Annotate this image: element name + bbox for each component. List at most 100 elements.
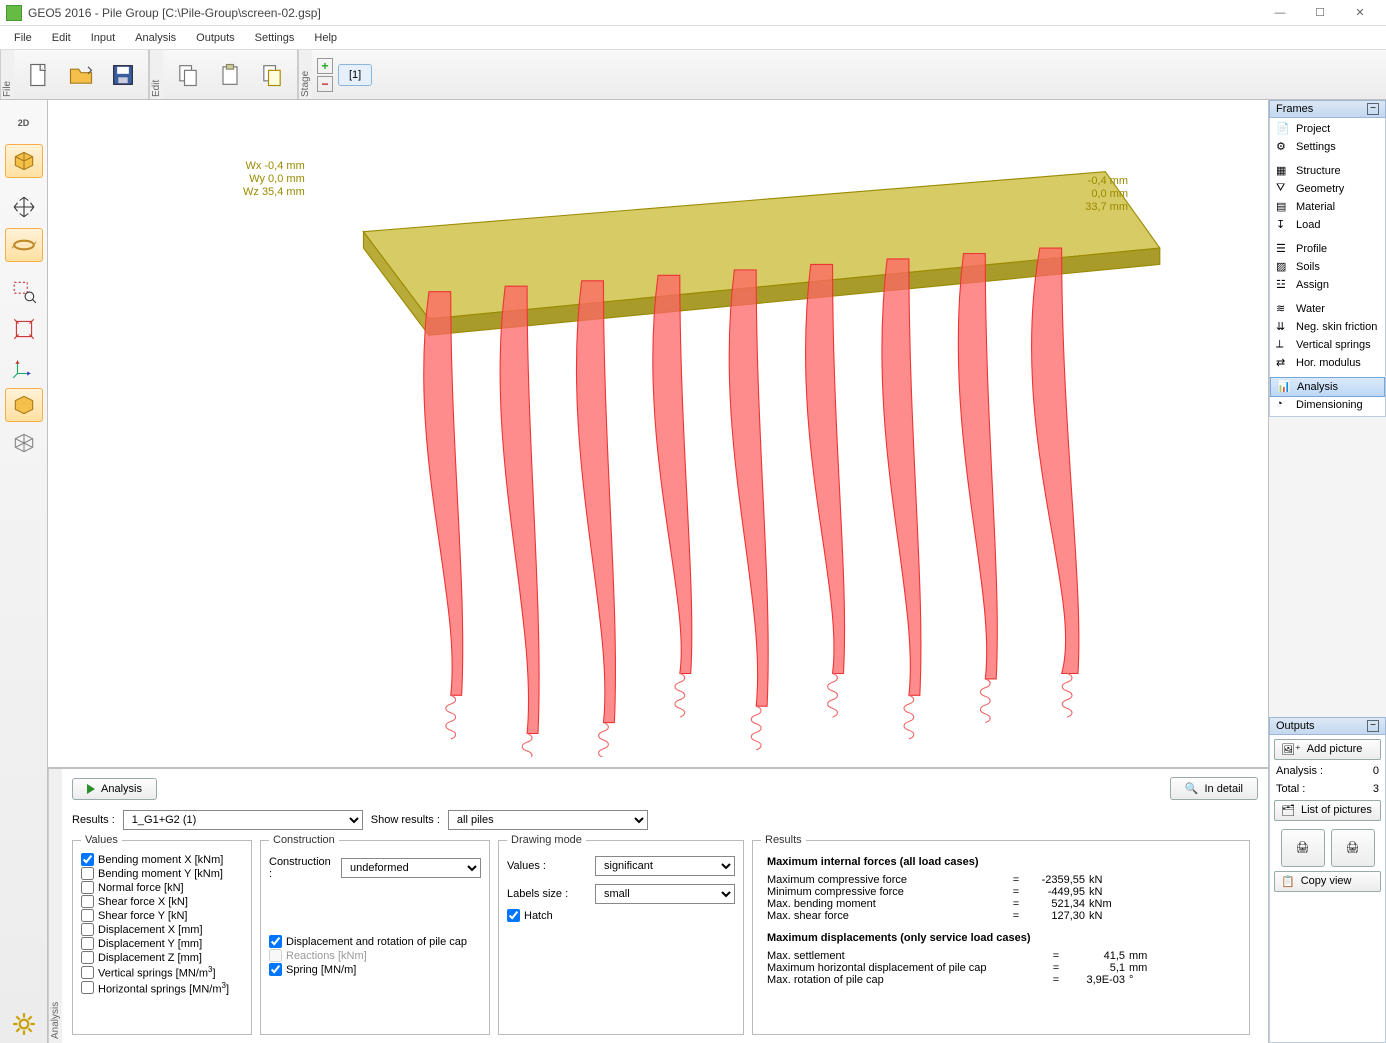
new-file-button[interactable]: [20, 56, 58, 94]
view-3d-button[interactable]: [5, 144, 43, 178]
frame-item-vertical-springs[interactable]: ⟂Vertical springs: [1270, 336, 1385, 354]
paste-button[interactable]: [211, 56, 249, 94]
frame-item-geometry[interactable]: ⛛Geometry: [1270, 180, 1385, 198]
frame-item-project[interactable]: 📄Project: [1270, 120, 1385, 138]
values-check-3[interactable]: Shear force X [kN]: [81, 895, 243, 908]
drawing-values-label: Values :: [507, 860, 587, 872]
menu-settings[interactable]: Settings: [245, 29, 305, 47]
settings-gear-button[interactable]: [5, 1007, 43, 1041]
print-short-button[interactable]: 🖨: [1281, 829, 1325, 867]
frame-item-load[interactable]: ↧Load: [1270, 216, 1385, 234]
menu-analysis[interactable]: Analysis: [125, 29, 186, 47]
analysis-run-button[interactable]: Analysis: [72, 778, 157, 800]
frame-item-water[interactable]: ≋Water: [1270, 300, 1385, 318]
values-check-9[interactable]: Horizontal springs [MN/m3]: [81, 981, 243, 996]
values-check-1[interactable]: Bending moment Y [kNm]: [81, 867, 243, 880]
values-check-6[interactable]: Displacement Y [mm]: [81, 937, 243, 950]
copy-button[interactable]: [169, 56, 207, 94]
construction-fieldset: Construction Construction : undeformed D…: [260, 834, 490, 1035]
values-check-7[interactable]: Displacement Z [mm]: [81, 951, 243, 964]
results-text[interactable]: Maximum internal forces (all load cases)…: [761, 852, 1241, 1032]
toolbar: File Edit Stage + − [1]: [0, 50, 1386, 100]
outputs-header[interactable]: Outputs −: [1269, 717, 1386, 735]
menu-bar: File Edit Input Analysis Outputs Setting…: [0, 26, 1386, 50]
construction-check-0[interactable]: Displacement and rotation of pile cap: [269, 935, 481, 948]
outputs-analysis-label: Analysis :: [1276, 765, 1323, 777]
grid-icon: ▦: [1276, 164, 1290, 178]
zoom-extents-button[interactable]: [5, 312, 43, 346]
add-picture-button[interactable]: 🖼⁺ Add picture: [1274, 739, 1381, 760]
shade-solid-button[interactable]: [5, 388, 43, 422]
frame-item-soils[interactable]: ▨Soils: [1270, 258, 1385, 276]
drawing-values-combo[interactable]: significant: [595, 856, 735, 876]
hatch-checkbox[interactable]: [507, 909, 520, 922]
frame-item-hor-modulus[interactable]: ⇄Hor. modulus: [1270, 354, 1385, 372]
frame-item-assign[interactable]: ☳Assign: [1270, 276, 1385, 294]
menu-help[interactable]: Help: [304, 29, 347, 47]
construction-combo[interactable]: undeformed: [341, 858, 481, 878]
values-fieldset: Values Bending moment X [kNm]Bending mom…: [72, 834, 252, 1035]
print-full-button[interactable]: 🖨: [1331, 829, 1375, 867]
caption-right: -0,4 mm 0,0 mm 33,7 mm: [1085, 175, 1128, 215]
result-line: Max. settlement=41,5mm: [767, 950, 1235, 962]
results-label: Results :: [72, 814, 115, 826]
maximize-button[interactable]: ☐: [1300, 1, 1340, 25]
zoom-window-button[interactable]: [5, 274, 43, 308]
values-check-2[interactable]: Normal force [kN]: [81, 881, 243, 894]
shade-wire-button[interactable]: [5, 426, 43, 460]
close-button[interactable]: ✕: [1340, 1, 1380, 25]
values-check-5[interactable]: Displacement X [mm]: [81, 923, 243, 936]
result-line: Max. bending moment=521,34kNm: [767, 898, 1235, 910]
open-file-button[interactable]: [62, 56, 100, 94]
analysis-panel: Analysis Analysis 🔍 In detail Results : …: [48, 767, 1268, 1043]
stage-add-button[interactable]: +: [317, 58, 333, 74]
frame-item-profile[interactable]: ☰Profile: [1270, 240, 1385, 258]
values-check-4[interactable]: Shear force Y [kN]: [81, 909, 243, 922]
drawing-fieldset: Drawing mode Values : significant Labels…: [498, 834, 744, 1035]
frames-header[interactable]: Frames −: [1269, 100, 1386, 118]
save-file-button[interactable]: [104, 56, 142, 94]
dim-icon: ◔: [1276, 398, 1290, 412]
water-icon: ≋: [1276, 302, 1290, 316]
frame-item-dimensioning[interactable]: ◔Dimensioning: [1270, 396, 1385, 414]
outputs-collapse-icon[interactable]: −: [1367, 720, 1379, 732]
stage-tab-1[interactable]: [1]: [338, 64, 372, 86]
axes-button[interactable]: [5, 350, 43, 384]
construction-check-2[interactable]: Spring [MN/m]: [269, 963, 481, 976]
menu-edit[interactable]: Edit: [42, 29, 81, 47]
vs-icon: ⟂: [1276, 338, 1290, 352]
result-line: Max. shear force=127,30kN: [767, 910, 1235, 922]
frame-item-neg-skin-friction[interactable]: ⇊Neg. skin friction: [1270, 318, 1385, 336]
paste-special-button[interactable]: [253, 56, 291, 94]
list-pictures-icon: 🗂: [1281, 804, 1295, 817]
show-results-combo[interactable]: all piles: [448, 810, 648, 830]
stage-remove-button[interactable]: −: [317, 76, 333, 92]
in-detail-button[interactable]: 🔍 In detail: [1170, 777, 1258, 800]
result-line: Max. rotation of pile cap=3,9E-03°: [767, 974, 1235, 986]
frame-item-settings[interactable]: ⚙Settings: [1270, 138, 1385, 156]
result-line: Minimum compressive force=-449,95kN: [767, 886, 1235, 898]
doc-icon: 📄: [1276, 122, 1290, 136]
drawing-labels-combo[interactable]: small: [595, 884, 735, 904]
drawing-labels-label: Labels size :: [507, 888, 587, 900]
rotate-button[interactable]: [5, 228, 43, 262]
frames-collapse-icon[interactable]: −: [1367, 103, 1379, 115]
viewport-3d[interactable]: Wx -0,4 mm Wy 0,0 mm Wz 35,4 mm -0,4 mm …: [48, 100, 1268, 767]
values-check-0[interactable]: Bending moment X [kNm]: [81, 853, 243, 866]
view-toolbar: 2D: [0, 100, 48, 1043]
values-check-8[interactable]: Vertical springs [MN/m3]: [81, 965, 243, 980]
frame-item-material[interactable]: ▤Material: [1270, 198, 1385, 216]
frame-item-structure[interactable]: ▦Structure: [1270, 162, 1385, 180]
view-2d-button[interactable]: 2D: [5, 106, 43, 140]
pan-button[interactable]: [5, 190, 43, 224]
menu-file[interactable]: File: [4, 29, 42, 47]
toolbar-edit-label: Edit: [149, 50, 163, 99]
list-pictures-button[interactable]: 🗂 List of pictures: [1274, 800, 1381, 821]
frame-item-analysis[interactable]: 📊Analysis: [1270, 377, 1385, 397]
menu-input[interactable]: Input: [81, 29, 125, 47]
menu-outputs[interactable]: Outputs: [186, 29, 245, 47]
outputs-total-value: 3: [1373, 783, 1379, 795]
copy-view-button[interactable]: 📋 Copy view: [1274, 871, 1381, 892]
minimize-button[interactable]: —: [1260, 1, 1300, 25]
results-combo[interactable]: 1_G1+G2 (1): [123, 810, 363, 830]
